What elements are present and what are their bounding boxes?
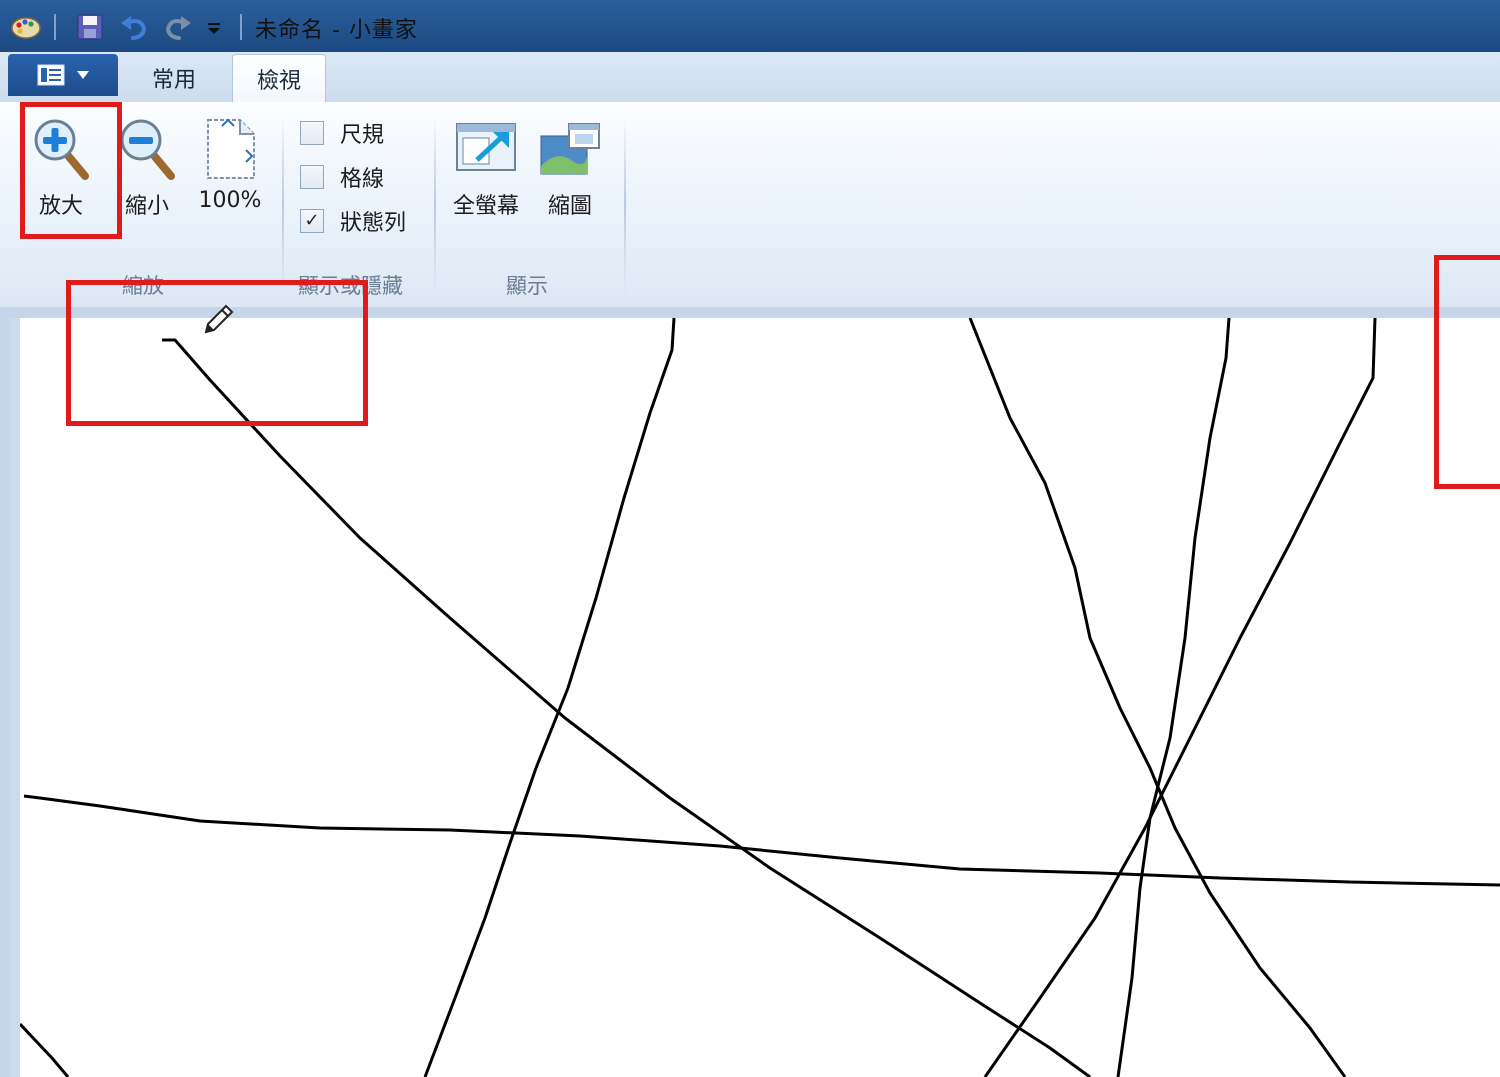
stroke-line	[423, 318, 676, 1077]
stroke-line	[162, 338, 1091, 1077]
stroke-line	[23, 794, 1500, 887]
group-separator	[282, 116, 284, 296]
highlight-box-right-edge	[1434, 255, 1500, 489]
separator	[240, 14, 242, 40]
paint-palette-icon[interactable]	[8, 10, 44, 44]
save-icon[interactable]	[72, 10, 108, 44]
menu-icon	[37, 64, 65, 86]
ribbon-panel: 放大 縮小 100% 縮放 尺規 格線 ✓ 狀態列 顯示或隱藏 全螢幕 縮圖 顯…	[0, 102, 1500, 309]
group-separator	[624, 116, 626, 296]
rulers-check-box[interactable]	[300, 121, 324, 145]
tab-view[interactable]: 檢視	[232, 54, 326, 103]
statusbar-check-box[interactable]: ✓	[300, 209, 324, 233]
zoom-out-icon	[120, 119, 175, 180]
rulers-checkbox[interactable]: 尺規	[300, 118, 384, 148]
fullscreen-icon	[456, 123, 516, 171]
fullscreen-button[interactable]: 全螢幕	[446, 116, 526, 220]
rulers-label: 尺規	[340, 123, 385, 148]
gridlines-checkbox[interactable]: 格線	[300, 162, 384, 192]
actual-size-label: 100%	[198, 188, 262, 213]
separator	[54, 14, 56, 40]
window-title: 未命名 - 小畫家	[255, 18, 418, 43]
redo-icon[interactable]	[160, 10, 196, 44]
thumbnail-button[interactable]: 縮圖	[534, 116, 606, 220]
dropdown-icon[interactable]	[200, 10, 228, 44]
undo-icon[interactable]	[116, 10, 152, 44]
highlight-box-zoom-in	[20, 102, 122, 239]
drawing-canvas[interactable]	[20, 318, 1500, 1077]
zoom-out-label: 縮小	[124, 194, 169, 219]
stroke-line	[1116, 318, 1231, 1077]
stroke-line	[983, 318, 1377, 1077]
highlight-box-canvas-top-left	[66, 280, 368, 426]
group-separator	[434, 116, 436, 296]
chevron-down-icon	[77, 71, 89, 79]
gridlines-check-box[interactable]	[300, 165, 324, 189]
stroke-line	[968, 318, 1347, 1077]
drawing-strokes	[20, 318, 1500, 1077]
statusbar-checkbox[interactable]: ✓ 狀態列	[300, 206, 406, 236]
gridlines-label: 格線	[340, 167, 385, 192]
thumbnail-label: 縮圖	[547, 194, 592, 219]
fullscreen-label: 全螢幕	[452, 194, 519, 219]
page-icon	[207, 118, 255, 179]
thumbnail-icon	[540, 123, 600, 175]
app-menu-button[interactable]	[8, 54, 118, 96]
ribbon-tab-bar	[0, 52, 1500, 103]
statusbar-label: 狀態列	[340, 211, 407, 236]
canvas-edge	[10, 318, 20, 1077]
display-group-label: 顯示	[506, 274, 548, 298]
stroke-line	[20, 1022, 70, 1077]
tab-home[interactable]: 常用	[130, 54, 218, 102]
actual-size-button[interactable]: 100%	[192, 116, 268, 213]
zoom-out-button[interactable]: 縮小	[112, 116, 182, 220]
title-bar: 未命名 - 小畫家	[0, 0, 1500, 52]
